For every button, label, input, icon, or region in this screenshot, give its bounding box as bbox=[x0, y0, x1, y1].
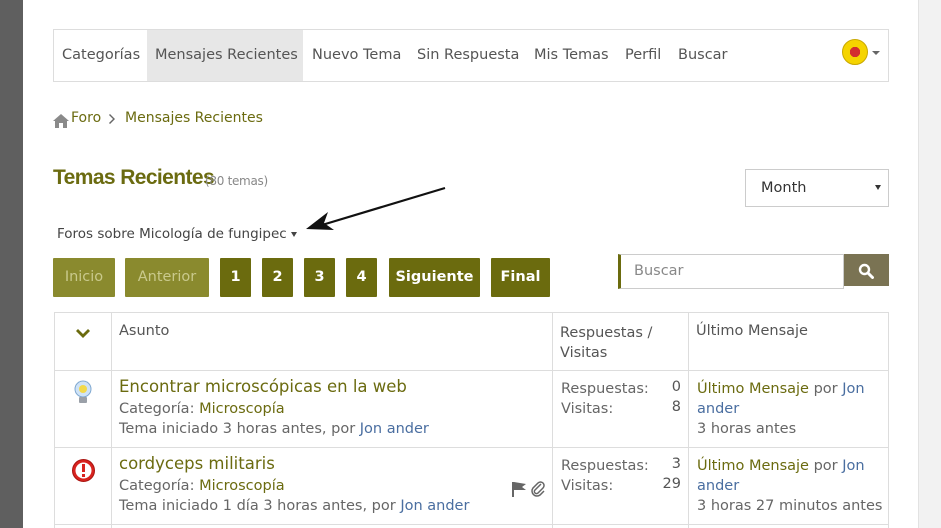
user-avatar[interactable] bbox=[842, 39, 868, 65]
table-divider bbox=[111, 313, 112, 528]
started-text: Tema iniciado 3 horas antes, por bbox=[119, 421, 356, 437]
alert-icon bbox=[72, 459, 95, 482]
top-navigation: Categorías Mensajes Recientes Nuevo Tema… bbox=[53, 29, 889, 82]
pagination-page-2[interactable]: 2 bbox=[262, 258, 293, 297]
last-post-by: por bbox=[813, 458, 838, 474]
right-page-margin bbox=[918, 0, 941, 528]
pagination-page-3[interactable]: 3 bbox=[304, 258, 335, 297]
topics-table: Asunto Respuestas / Visitas Último Mensa… bbox=[54, 312, 889, 528]
last-post-author-link[interactable]: ander bbox=[697, 399, 739, 419]
category-link[interactable]: Microscopía bbox=[199, 401, 285, 417]
replies-count: 0 bbox=[671, 379, 681, 395]
author-link[interactable]: Jon ander bbox=[360, 421, 429, 437]
pagination-page-4[interactable]: 4 bbox=[346, 258, 377, 297]
search-input[interactable]: Buscar bbox=[618, 254, 844, 289]
views-count: 8 bbox=[671, 399, 681, 415]
caret-down-icon[interactable] bbox=[291, 232, 297, 237]
flag-icon bbox=[512, 482, 526, 497]
search-button[interactable] bbox=[844, 254, 889, 286]
last-post-line: Último Mensaje por Jon bbox=[697, 456, 865, 476]
topic-title-link[interactable]: Encontrar microscópicas en la web bbox=[119, 377, 407, 397]
last-post-line: Último Mensaje por Jon bbox=[697, 379, 865, 399]
breadcrumb-current[interactable]: Mensajes Recientes bbox=[125, 110, 263, 126]
pagination-first-button[interactable]: Inicio bbox=[53, 258, 115, 297]
paperclip-icon bbox=[531, 481, 545, 497]
breadcrumb-home-link[interactable]: Foro bbox=[71, 110, 101, 126]
last-post-link[interactable]: Último Mensaje bbox=[697, 381, 809, 397]
topic-category: Categoría: Microscopía bbox=[119, 399, 285, 419]
left-page-margin bbox=[0, 0, 23, 528]
replies-label: Respuestas: bbox=[561, 458, 649, 474]
table-divider bbox=[688, 313, 689, 528]
replies-label: Respuestas: bbox=[561, 381, 649, 397]
last-post-author-link[interactable]: Jon bbox=[842, 458, 864, 474]
pagination-last-button[interactable]: Final bbox=[491, 258, 550, 297]
nav-mensajes-recientes[interactable]: Mensajes Recientes bbox=[147, 30, 303, 81]
topic-started: Tema iniciado 3 horas antes, por Jon and… bbox=[119, 419, 429, 439]
lightbulb-icon bbox=[74, 380, 92, 403]
category-label: Categoría: bbox=[119, 401, 195, 417]
nav-nuevo-tema[interactable]: Nuevo Tema bbox=[304, 30, 409, 81]
nav-mis-temas[interactable]: Mis Temas bbox=[526, 30, 617, 81]
last-post-link[interactable]: Último Mensaje bbox=[697, 458, 809, 474]
nav-buscar[interactable]: Buscar bbox=[670, 30, 736, 81]
started-text: Tema iniciado 1 día 3 horas antes, por bbox=[119, 498, 396, 514]
views-label: Visitas: bbox=[561, 478, 614, 494]
topic-started: Tema iniciado 1 día 3 horas antes, por J… bbox=[119, 496, 469, 516]
topic-category: Categoría: Microscopía bbox=[119, 476, 285, 496]
category-link[interactable]: Microscopía bbox=[199, 478, 285, 494]
last-post-time: 3 horas 27 minutos antes bbox=[697, 498, 883, 514]
last-post-by: por bbox=[813, 381, 838, 397]
chevron-right-icon bbox=[109, 114, 115, 124]
nav-sin-respuesta[interactable]: Sin Respuesta bbox=[409, 30, 527, 81]
last-post-time: 3 horas antes bbox=[697, 421, 797, 437]
home-icon[interactable] bbox=[53, 114, 69, 128]
chevron-down-icon[interactable] bbox=[76, 329, 90, 339]
last-post-author-link[interactable]: ander bbox=[697, 476, 739, 496]
pagination-next-button[interactable]: Siguiente bbox=[389, 258, 480, 297]
period-select[interactable]: Month bbox=[745, 169, 889, 207]
column-header-stats[interactable]: Respuestas / Visitas bbox=[560, 323, 680, 363]
nav-perfil[interactable]: Perfil bbox=[617, 30, 669, 81]
pagination-prev-button[interactable]: Anterior bbox=[125, 258, 209, 297]
nav-categorias[interactable]: Categorías bbox=[54, 30, 148, 81]
search-icon bbox=[858, 263, 874, 279]
caret-down-icon bbox=[875, 185, 881, 190]
views-count: 29 bbox=[662, 476, 681, 492]
period-select-value: Month bbox=[761, 180, 807, 196]
author-link[interactable]: Jon ander bbox=[400, 498, 469, 514]
column-header-last-post[interactable]: Último Mensaje bbox=[696, 323, 808, 339]
topic-count: (80 temas) bbox=[205, 174, 268, 188]
page-title: Temas Recientes bbox=[53, 166, 215, 189]
annotation-arrow-icon bbox=[306, 186, 446, 230]
topic-title-link[interactable]: cordyceps militaris bbox=[119, 454, 275, 474]
table-divider bbox=[552, 313, 553, 528]
replies-count: 3 bbox=[671, 456, 681, 472]
table-divider bbox=[55, 370, 888, 371]
table-divider bbox=[55, 524, 888, 525]
chevron-down-icon[interactable] bbox=[872, 51, 880, 55]
pagination-page-1[interactable]: 1 bbox=[220, 258, 251, 297]
last-post-author-link[interactable]: Jon bbox=[842, 381, 864, 397]
forum-select[interactable]: Foros sobre Micología de fungipec bbox=[57, 226, 287, 242]
table-divider bbox=[55, 447, 888, 448]
category-label: Categoría: bbox=[119, 478, 195, 494]
views-label: Visitas: bbox=[561, 401, 614, 417]
column-header-subject[interactable]: Asunto bbox=[119, 323, 169, 339]
